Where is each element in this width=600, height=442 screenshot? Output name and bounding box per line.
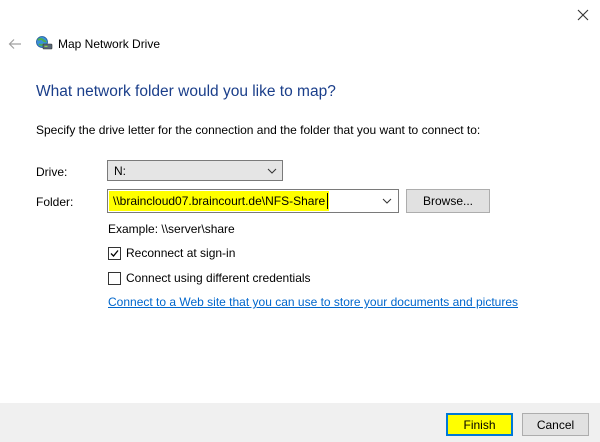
window-title: Map Network Drive [58, 37, 161, 51]
chevron-down-icon [262, 161, 282, 180]
close-icon [577, 9, 589, 21]
back-button[interactable] [4, 33, 26, 55]
credentials-checkbox[interactable] [108, 272, 121, 285]
web-site-link[interactable]: Connect to a Web site that you can use t… [108, 295, 518, 309]
finish-button[interactable]: Finish [446, 413, 513, 436]
credentials-checkbox-label[interactable]: Connect using different credentials [126, 271, 311, 285]
instruction-text: Specify the drive letter for the connect… [36, 123, 481, 137]
checkmark-icon [110, 250, 119, 257]
folder-input-value: \\braincloud07.braincourt.de\NFS-Share [113, 194, 326, 208]
folder-combobox[interactable]: \\braincloud07.braincourt.de\NFS-Share [107, 189, 399, 213]
folder-dropdown-chevron-icon[interactable] [376, 190, 398, 212]
drive-select-value: N: [114, 163, 126, 178]
example-text: Example: \\server\share [108, 222, 235, 236]
back-arrow-icon [8, 39, 21, 49]
folder-input[interactable]: \\braincloud07.braincourt.de\NFS-Share [109, 191, 330, 211]
page-heading: What network folder would you like to ma… [36, 83, 336, 100]
drive-select[interactable]: N: [107, 160, 283, 181]
folder-label: Folder: [36, 195, 74, 209]
text-caret [327, 193, 329, 209]
browse-button[interactable]: Browse... [406, 189, 490, 213]
cancel-button[interactable]: Cancel [522, 413, 589, 436]
close-button[interactable] [566, 0, 600, 30]
reconnect-checkbox[interactable] [108, 247, 121, 260]
network-drive-icon [35, 35, 53, 51]
reconnect-checkbox-label[interactable]: Reconnect at sign-in [126, 246, 235, 260]
drive-label: Drive: [36, 165, 68, 179]
